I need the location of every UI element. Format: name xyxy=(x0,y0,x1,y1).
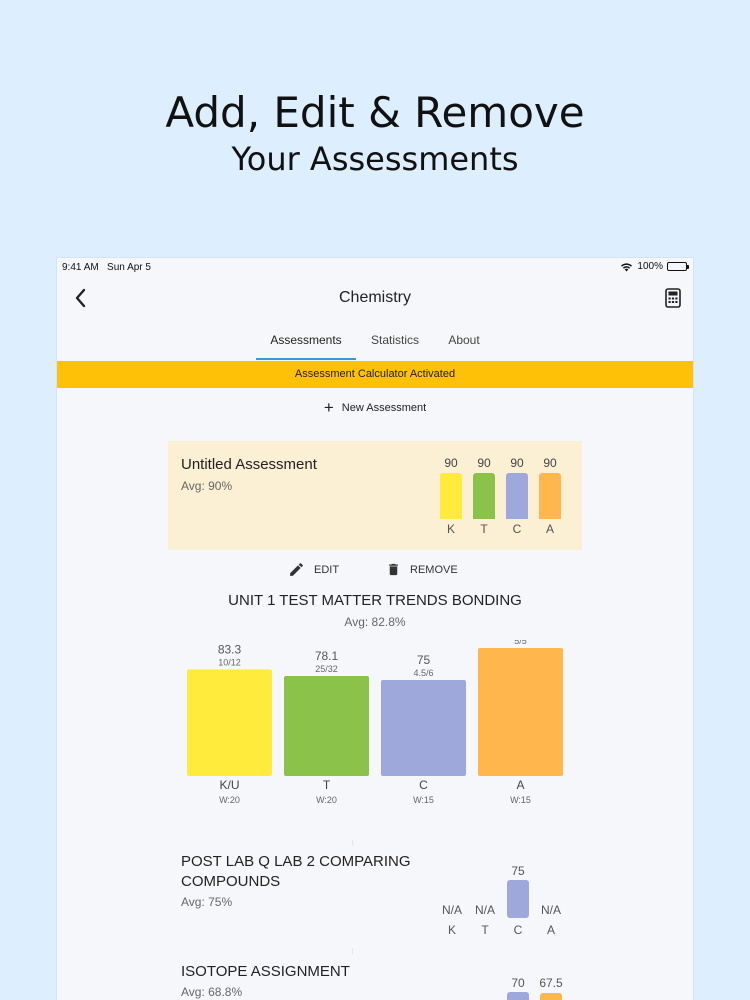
assessment-title-line2: COMPOUNDS xyxy=(181,873,281,890)
calculator-icon xyxy=(665,288,681,308)
assessment-mini-chart: 70 67.5 xyxy=(507,976,563,1000)
bar-value: 90 xyxy=(510,456,524,470)
bar-t xyxy=(473,473,495,519)
category-label: K/U xyxy=(219,778,239,792)
bar-value-c: 70 xyxy=(511,976,525,990)
assessment-average: Avg: 75% xyxy=(181,895,233,909)
bar-label-c: C xyxy=(514,923,523,937)
divider xyxy=(352,948,353,954)
category-label: A xyxy=(516,778,524,792)
bar-label: A xyxy=(545,522,554,536)
trash-icon xyxy=(389,563,398,576)
bar-a xyxy=(540,993,562,1000)
bar-column-t: 90 T xyxy=(473,456,495,536)
bar-label-t: T xyxy=(481,923,489,937)
bar-value: 90 xyxy=(444,456,458,470)
bar-column-a: 90 A xyxy=(539,456,561,536)
promo-subheadline: Your Assessments xyxy=(231,140,519,178)
bar-t xyxy=(284,676,369,776)
editing-assessment-card[interactable]: Untitled Assessment Avg: 90% 90 K 90 T 9… xyxy=(168,441,582,550)
calculator-button[interactable] xyxy=(665,288,681,308)
bar-c xyxy=(507,880,529,918)
bar-value-label: 78.1 xyxy=(315,649,339,663)
divider xyxy=(352,840,353,846)
bar-value-a: N/A xyxy=(541,903,561,917)
status-date: Sun Apr 5 xyxy=(107,262,151,273)
navigation-bar: Chemistry xyxy=(57,278,693,320)
tab-assessments[interactable]: Assessments xyxy=(256,330,356,360)
bar-c xyxy=(506,473,528,519)
bar-label: T xyxy=(480,522,488,536)
calculator-active-banner: Assessment Calculator Activated xyxy=(57,361,693,388)
bar-label-a: A xyxy=(547,923,555,937)
new-assessment-button[interactable]: + New Assessment xyxy=(57,398,693,418)
bar-label-k: K xyxy=(448,923,456,937)
assessment-title-line1: POST LAB Q LAB 2 COMPARING xyxy=(181,853,411,870)
bar-value-k: N/A xyxy=(442,903,462,917)
assessment-title[interactable]: POST LAB Q LAB 2 COMPARING COMPOUNDS xyxy=(181,852,411,892)
bar-fraction-label: 25/32 xyxy=(315,664,338,674)
page-title: Chemistry xyxy=(338,289,411,306)
assessment-average: Avg: 90% xyxy=(181,479,233,493)
remove-button[interactable]: REMOVE xyxy=(386,561,458,578)
bar-ku xyxy=(187,669,272,776)
category-label: C xyxy=(419,778,428,792)
weight-label: W:20 xyxy=(219,795,240,805)
bar-value-a: 67.5 xyxy=(539,976,563,990)
bar-value: 90 xyxy=(543,456,557,470)
bar-column-c: 90 C xyxy=(506,456,528,536)
remove-label: REMOVE xyxy=(410,563,458,576)
bar-value-t: N/A xyxy=(475,903,495,917)
assessment-average: Avg: 82.8% xyxy=(344,615,406,629)
tab-statistics[interactable]: Statistics xyxy=(362,330,428,360)
promo-headline: Add, Edit & Remove xyxy=(165,88,585,137)
tab-about[interactable]: About xyxy=(440,330,488,360)
wifi-icon xyxy=(621,262,633,271)
bar-fraction-label: 4.5/6 xyxy=(413,668,433,678)
bar-k xyxy=(440,473,462,519)
bar-fraction-label: 10/12 xyxy=(218,657,241,667)
assessment-title[interactable]: UNIT 1 TEST MATTER TRENDS BONDING xyxy=(57,592,693,609)
assessment-average: Avg: 68.8% xyxy=(181,985,243,999)
bar-value-c: 75 xyxy=(511,864,525,878)
bar-c xyxy=(381,680,466,776)
bar-value-label: 75 xyxy=(417,653,431,667)
bar-fraction-label: 5/5 xyxy=(514,640,527,646)
bar-value-label: 83.3 xyxy=(218,642,242,656)
status-bar: 9:41 AM Sun Apr 5 100% xyxy=(57,258,693,278)
bar-a xyxy=(478,648,563,776)
pencil-icon xyxy=(290,563,303,576)
bar-c xyxy=(507,992,529,1000)
bar-column-k: 90 K xyxy=(440,456,462,536)
category-label: T xyxy=(323,778,331,792)
bar-value: 90 xyxy=(477,456,491,470)
weight-label: W:20 xyxy=(316,795,337,805)
weight-label: W:15 xyxy=(413,795,434,805)
edit-button[interactable]: EDIT xyxy=(288,561,339,578)
assessment-title[interactable]: ISOTOPE ASSIGNMENT xyxy=(181,962,350,982)
battery-percentage: 100% xyxy=(637,261,663,272)
device-screen: 9:41 AM Sun Apr 5 100% Chemistry Assessm… xyxy=(57,258,693,1000)
tab-bar: Assessments Statistics About xyxy=(57,330,693,360)
bar-label: C xyxy=(512,522,522,536)
assessment-mini-chart: N/A N/A 75 N/A K T C A xyxy=(442,864,561,937)
assessment-bar-chart: 83.310/12 K/U W:20 78.125/32 T W:20 754.5/6 C W:… xyxy=(187,640,563,805)
bar-a xyxy=(539,473,561,519)
plus-icon: + xyxy=(323,398,334,417)
bar-label: K xyxy=(446,522,455,536)
battery-icon xyxy=(667,262,689,271)
status-time: 9:41 AM xyxy=(62,262,99,273)
edit-label: EDIT xyxy=(314,563,340,576)
assessment-title: Untitled Assessment xyxy=(181,456,317,473)
new-assessment-label: New Assessment xyxy=(341,402,427,414)
weight-label: W:15 xyxy=(510,795,531,805)
